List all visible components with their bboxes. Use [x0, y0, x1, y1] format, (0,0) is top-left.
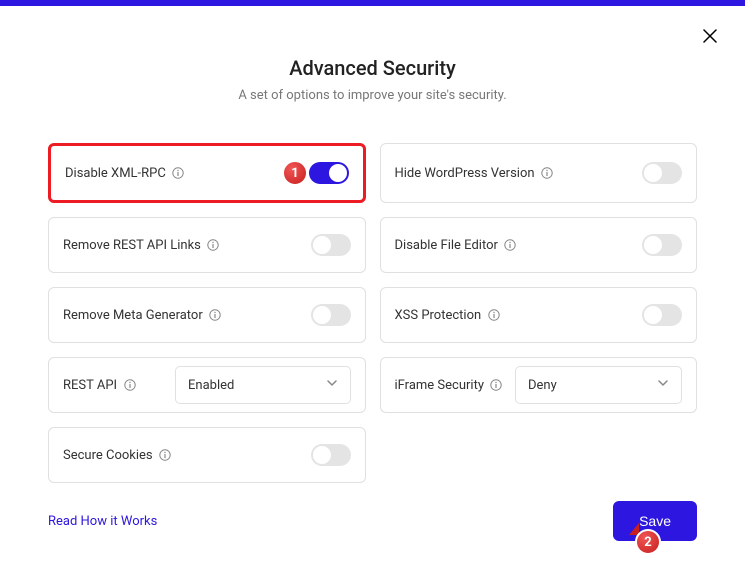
option-secure-cookies: Secure Cookies: [48, 427, 366, 483]
close-icon[interactable]: [703, 28, 717, 47]
option-hide-wp-version: Hide WordPress Version: [380, 143, 698, 203]
option-label: REST API: [63, 378, 117, 393]
help-link[interactable]: Read How it Works: [48, 514, 157, 529]
toggle-disable-xmlrpc[interactable]: [309, 162, 349, 184]
info-icon[interactable]: [123, 379, 136, 392]
option-label: Disable File Editor: [395, 238, 498, 253]
toggle-disable-file-editor[interactable]: [642, 234, 682, 256]
option-iframe-security: iFrame Security Deny: [380, 357, 698, 413]
option-xss-protection: XSS Protection: [380, 287, 698, 343]
toggle-remove-rest-links[interactable]: [311, 234, 351, 256]
option-label: Secure Cookies: [63, 448, 153, 463]
select-iframe-security[interactable]: Deny: [515, 366, 682, 404]
top-accent-bar: [0, 0, 745, 6]
info-icon[interactable]: [159, 449, 172, 462]
save-button[interactable]: Save: [613, 501, 697, 541]
option-disable-xmlrpc: Disable XML-RPC: [48, 143, 366, 203]
page-title: Advanced Security: [0, 56, 745, 80]
option-remove-meta-generator: Remove Meta Generator: [48, 287, 366, 343]
toggle-secure-cookies[interactable]: [311, 444, 351, 466]
select-value: Enabled: [188, 378, 234, 393]
info-icon[interactable]: [541, 167, 554, 180]
toggle-xss-protection[interactable]: [642, 304, 682, 326]
toggle-hide-wp-version[interactable]: [642, 162, 682, 184]
option-label: XSS Protection: [395, 308, 482, 323]
chevron-down-icon: [657, 377, 669, 393]
option-label: Remove REST API Links: [63, 238, 201, 253]
info-icon[interactable]: [207, 239, 220, 252]
header: Advanced Security A set of options to im…: [0, 56, 745, 103]
option-remove-rest-links: Remove REST API Links: [48, 217, 366, 273]
info-icon[interactable]: [487, 309, 500, 322]
option-disable-file-editor: Disable File Editor: [380, 217, 698, 273]
option-label: Remove Meta Generator: [63, 308, 203, 323]
page-subtitle: A set of options to improve your site's …: [0, 88, 745, 103]
select-rest-api[interactable]: Enabled: [175, 366, 351, 404]
chevron-down-icon: [326, 377, 338, 393]
option-label: Hide WordPress Version: [395, 166, 535, 181]
info-icon[interactable]: [490, 379, 503, 392]
option-label: iFrame Security: [395, 378, 484, 393]
option-label: Disable XML-RPC: [65, 166, 166, 181]
info-icon[interactable]: [209, 309, 222, 322]
info-icon[interactable]: [172, 167, 185, 180]
select-value: Deny: [528, 378, 557, 393]
info-icon[interactable]: [504, 239, 517, 252]
option-rest-api: REST API Enabled: [48, 357, 366, 413]
toggle-remove-meta-generator[interactable]: [311, 304, 351, 326]
